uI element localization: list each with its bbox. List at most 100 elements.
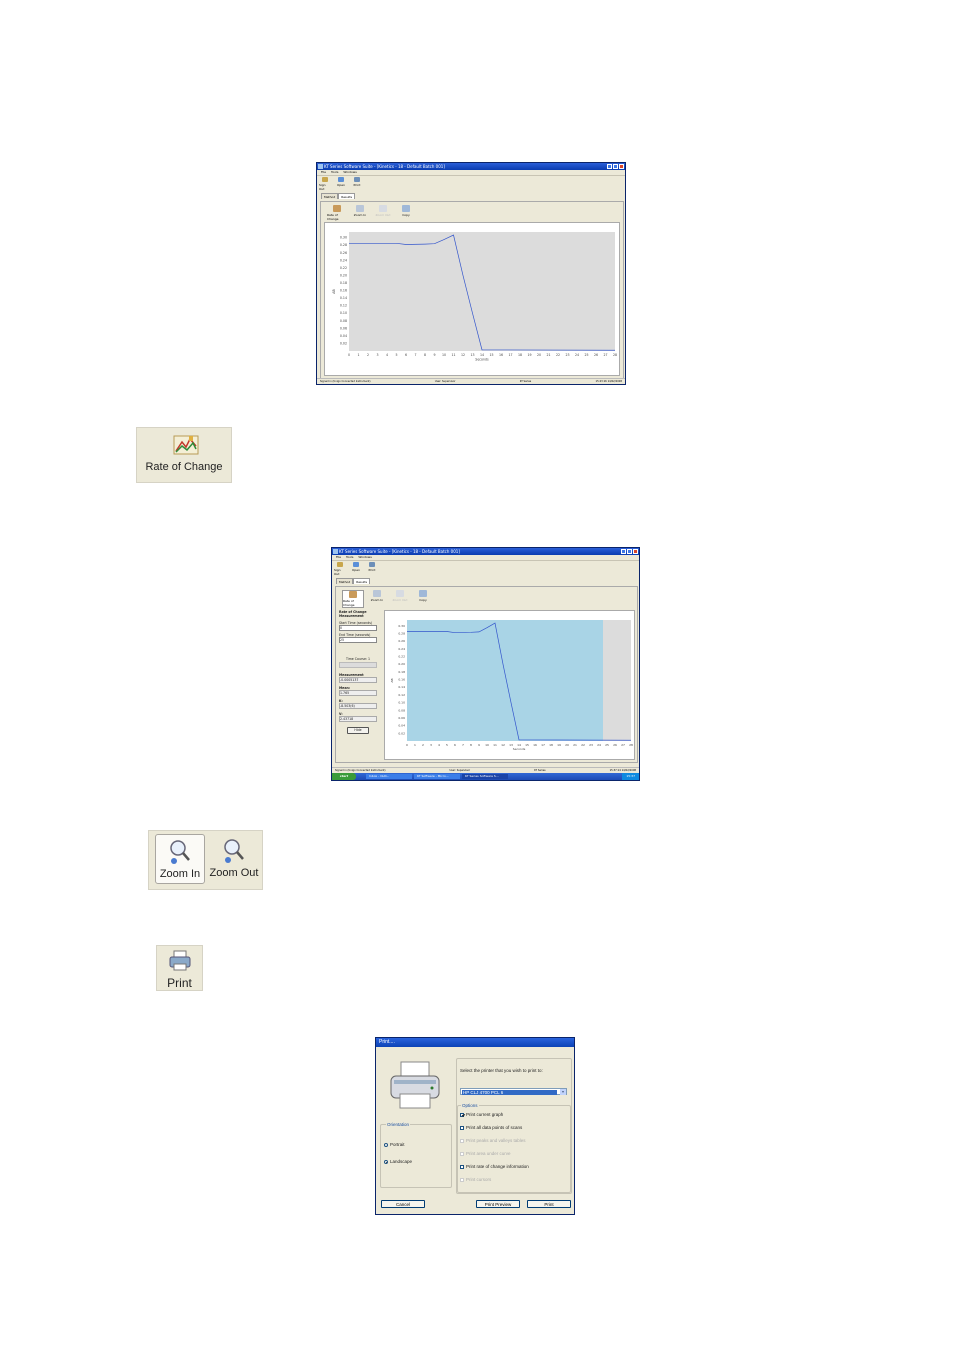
printer-select[interactable]: HP CLJ 4700 PCL 6 ▾	[460, 1088, 567, 1095]
zoom-in-button[interactable]: Zoom In	[367, 590, 387, 608]
menu-tools[interactable]: Tools	[331, 170, 338, 175]
y-tick-label: 0.26	[340, 251, 347, 255]
y-tick-label: 0.06	[340, 326, 347, 330]
end-time-input[interactable]: 25	[339, 637, 377, 643]
measurement-value: -0.0005137	[339, 677, 377, 683]
results-toolbar: Rate of Change Zoom In Zoom Out Copy	[327, 205, 416, 221]
x-axis-label: Seconds	[513, 747, 526, 751]
close-button[interactable]	[633, 548, 638, 554]
zoom-in-callout-button[interactable]: Zoom In	[155, 834, 205, 884]
option-print-rate-of-change[interactable]: Print rate of change information	[460, 1164, 529, 1169]
hide-button[interactable]: Hide	[347, 727, 369, 734]
x-tick-label: 26	[594, 353, 598, 357]
x-tick-label: 0	[406, 743, 408, 747]
x-axis-label: Seconds	[475, 357, 489, 361]
x-tick-label: 19	[527, 353, 531, 357]
x-tick-label: 17	[541, 743, 545, 747]
close-button[interactable]	[619, 163, 624, 169]
x-tick-label: 9	[433, 353, 435, 357]
option-print-current-graph[interactable]: Print current graph	[460, 1112, 503, 1117]
landscape-radio[interactable]: Landscape	[384, 1159, 412, 1164]
option-print-all-data-points[interactable]: Print all data points of scans	[460, 1125, 522, 1130]
open-button[interactable]: Open	[335, 177, 347, 191]
taskbar-item[interactable]: KT Series Software S...	[462, 774, 508, 779]
x-tick-label: 0	[348, 353, 350, 357]
taskbar-item[interactable]: KT Software - Micro...	[414, 774, 460, 779]
x-tick-label: 11	[493, 743, 497, 747]
x-tick-label: 22	[581, 743, 585, 747]
option-print-area-under-curve[interactable]: Print area under curve	[460, 1151, 511, 1156]
zoom-out-button[interactable]: Zoom Out	[373, 205, 393, 221]
x-tick-label: 20	[565, 743, 569, 747]
results-panel: Rate of Change Zoom In Zoom Out Copy Rat…	[335, 586, 638, 763]
x-tick-label: 4	[438, 743, 440, 747]
minimize-button[interactable]	[607, 163, 612, 169]
kinetics-graph[interactable]: 0.30 0.28 0.26 0.24 0.22 0.20 0.18 0.16 0.14 0.12…	[385, 611, 634, 759]
sign-out-icon	[322, 177, 328, 182]
minimize-button[interactable]	[621, 548, 626, 554]
print-preview-button[interactable]: Print Preview	[476, 1200, 520, 1208]
y-axis-label: AB	[390, 678, 394, 682]
zoom-in-button[interactable]: Zoom In	[350, 205, 370, 221]
start-button[interactable]: start	[332, 773, 356, 780]
zoom-out-callout-button[interactable]: Zoom Out	[207, 834, 261, 884]
print-button[interactable]: Print	[366, 562, 378, 576]
tab-results[interactable]: Results	[338, 193, 356, 199]
maximize-button[interactable]	[613, 163, 618, 169]
x-tick-label: 21	[546, 353, 550, 357]
start-time-input[interactable]: 0	[339, 625, 377, 631]
kinetics-graph[interactable]: 0.30 0.28 0.26 0.24 0.22 0.20 0.18 0.16 0.14 0.12…	[325, 223, 619, 375]
tab-method[interactable]: Method	[321, 193, 339, 199]
zoom-out-icon	[224, 839, 244, 863]
selected-printer: HP CLJ 4700 PCL 6	[462, 1089, 557, 1095]
main-toolbar: Sign Out Open Print	[332, 561, 639, 577]
y-tick-label: 0.18	[398, 670, 405, 674]
taskbar: start Inbox - Outl... KT Software - Micr…	[332, 773, 639, 780]
menu-tools[interactable]: Tools	[346, 555, 353, 560]
print-callout-button[interactable]: Print	[156, 945, 203, 991]
y-tick-label: 0.24	[398, 647, 405, 651]
rate-of-change-button[interactable]: Rate of Change	[342, 590, 364, 608]
rate-selection-region[interactable]	[407, 620, 603, 741]
copy-button[interactable]: Copy	[396, 205, 416, 221]
x-tick-label: 5	[446, 743, 448, 747]
print-button[interactable]: Print	[351, 177, 363, 191]
rate-of-change-icon	[349, 591, 357, 598]
panel-heading: Rate of Change Measurement	[339, 610, 367, 618]
menu-file[interactable]: File	[336, 555, 341, 560]
zoom-out-button[interactable]: Zoom Out	[390, 590, 410, 608]
option-print-peaks-valleys[interactable]: Print peaks and valleys tables	[460, 1138, 526, 1143]
x-tick-label: 15	[525, 743, 529, 747]
taskbar-item[interactable]: Inbox - Outl...	[366, 774, 412, 779]
x-tick-label: 5	[395, 353, 397, 357]
x-tick-label: 8	[470, 743, 472, 747]
tab-strip: Method Results	[321, 193, 625, 199]
portrait-radio[interactable]: Portrait	[384, 1142, 405, 1147]
copy-icon	[402, 205, 410, 212]
print-button[interactable]: Print	[527, 1200, 571, 1208]
rate-of-change-callout[interactable]: Rate of Change	[136, 427, 232, 483]
maximize-button[interactable]	[627, 548, 632, 554]
rate-of-change-button[interactable]: Rate of Change	[327, 205, 347, 221]
printer-icon	[169, 950, 191, 971]
open-button[interactable]: Open	[350, 562, 362, 576]
tab-method[interactable]: Method	[336, 578, 354, 584]
sign-out-button[interactable]: Sign Out	[319, 177, 331, 191]
y-tick-label: 0.12	[398, 693, 405, 697]
app-window-2: KT Series Software Suite - [Kinetics - 1…	[331, 547, 640, 781]
printer-icon	[354, 177, 360, 182]
cancel-button[interactable]: Cancel	[381, 1200, 425, 1208]
menu-windows[interactable]: Windows	[343, 170, 356, 175]
option-print-cursors[interactable]: Print cursors	[460, 1177, 491, 1182]
time-course-stepper[interactable]	[339, 662, 377, 668]
open-icon	[353, 562, 359, 567]
copy-button[interactable]: Copy	[413, 590, 433, 608]
tab-results[interactable]: Results	[353, 578, 371, 584]
menu-file[interactable]: File	[321, 170, 326, 175]
chevron-down-icon[interactable]: ▾	[560, 1089, 566, 1095]
menu-windows[interactable]: Windows	[358, 555, 371, 560]
x-tick-label: 2	[367, 353, 369, 357]
app-window-1: KT Series Software Suite - [Kinetics - 1…	[316, 162, 626, 385]
dialog-title: Print....	[376, 1038, 574, 1047]
sign-out-button[interactable]: Sign Out	[334, 562, 346, 576]
